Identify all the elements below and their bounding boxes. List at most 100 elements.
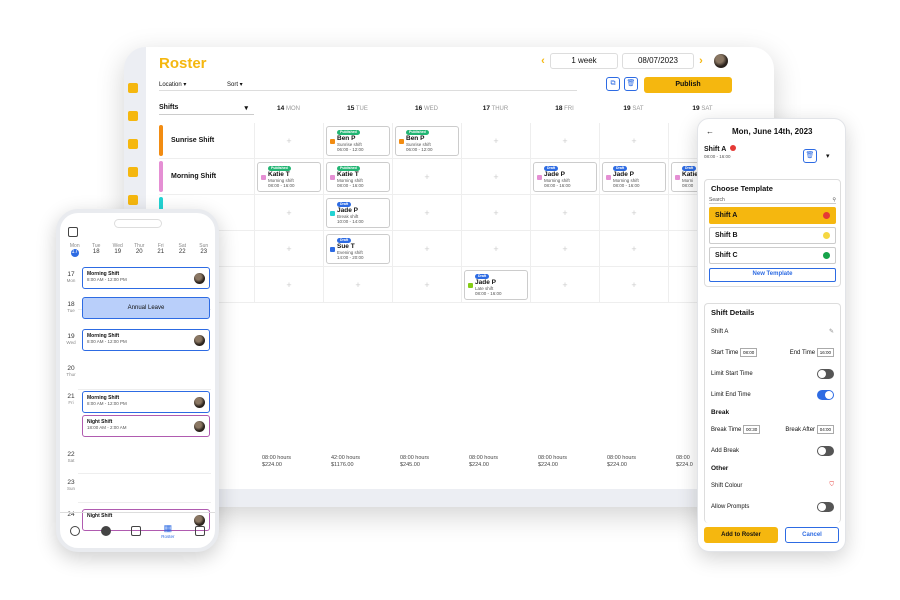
grid-cell[interactable]: Published Katie T Morning shift 08:00 - 16:… [254, 159, 323, 194]
arrow-left-icon[interactable]: ← [706, 127, 714, 136]
grid-cell[interactable]: Published Katie T Morning shift 08:00 - 16:… [323, 159, 392, 194]
copy-icon[interactable]: ⧉ [606, 77, 620, 91]
date-field[interactable]: 08/07/2023 [622, 53, 694, 69]
shift-card[interactable]: Draft Jade P Morning shift 08:00 - 16:00 [602, 162, 666, 192]
shift-card[interactable]: Draft Jade P Morning shift 08:00 - 16:00 [533, 162, 597, 192]
nav-item[interactable] [128, 139, 138, 149]
edit-icon[interactable]: ✎ [829, 328, 834, 335]
grid-cell[interactable]: + [599, 231, 668, 266]
calendar-icon[interactable] [68, 227, 78, 237]
grid-cell[interactable]: + [461, 231, 530, 266]
avatar[interactable] [714, 54, 728, 68]
shift-card[interactable]: Morning Shift 8:00 AM - 12:00 PM [82, 329, 210, 351]
grid-cell[interactable]: + [461, 159, 530, 194]
nav-roster[interactable]: ▦ Roster [161, 523, 174, 539]
calendar-icon[interactable] [194, 525, 205, 536]
grid-cell[interactable]: + [599, 123, 668, 158]
grid-cell[interactable]: Published Ben P Sunrise shift 06:00 - 12:00 [392, 123, 461, 158]
plus-icon[interactable]: + [286, 244, 291, 254]
cancel-button[interactable]: Cancel [785, 527, 839, 543]
inbox-icon[interactable] [130, 525, 141, 536]
shift-card[interactable]: Published Ben P Sunrise shift 06:00 - 12:00 [326, 126, 390, 156]
shift-card[interactable]: Published Katie T Morning shift 08:00 - 16:… [257, 162, 321, 192]
week-day[interactable]: Sun 23 [193, 243, 215, 257]
annual-leave-card[interactable]: Annual Leave [82, 297, 210, 319]
trash-icon[interactable]: 🗑 [624, 77, 638, 91]
grid-cell[interactable]: + [323, 267, 392, 302]
week-day[interactable]: Tue 18 [86, 243, 108, 257]
template-option[interactable]: Shift C [709, 247, 836, 264]
plus-icon[interactable]: + [493, 172, 498, 182]
grid-cell[interactable]: Draft Sue T Evening shift 14:00 - 20:00 [323, 231, 392, 266]
plus-icon[interactable]: + [286, 208, 291, 218]
plus-icon[interactable]: + [562, 208, 567, 218]
nav-item[interactable] [128, 167, 138, 177]
view-select[interactable]: 1 week [550, 53, 618, 69]
plus-icon[interactable]: + [286, 280, 291, 290]
location-filter[interactable]: Location ▾ [159, 81, 219, 88]
shift-card[interactable]: Draft Sue T Evening shift 14:00 - 20:00 [326, 234, 390, 264]
limit-start-toggle[interactable] [817, 368, 834, 379]
week-day[interactable]: Wed 19 [107, 243, 129, 257]
grid-cell[interactable]: + [530, 231, 599, 266]
shift-card[interactable]: Morning Shift 8:00 AM - 12:00 PM [82, 391, 210, 413]
trash-icon[interactable]: 🗑 [803, 149, 817, 163]
grid-cell[interactable]: + [530, 123, 599, 158]
grid-cell[interactable]: + [530, 195, 599, 230]
template-option[interactable]: Shift A [709, 207, 836, 224]
shift-card[interactable]: Published Ben P Sunrise shift 06:00 - 12:00 [395, 126, 459, 156]
plus-icon[interactable]: + [355, 280, 360, 290]
week-day[interactable]: Fri 21 [150, 243, 172, 257]
grid-cell[interactable]: Draft Jade P Break shift 10:00 - 14:00 [323, 195, 392, 230]
chevron-right-icon[interactable]: › [694, 55, 708, 67]
grid-cell[interactable]: Draft Jade P Late shift 08:00 - 16:00 [461, 267, 530, 302]
template-option[interactable]: Shift B [709, 227, 836, 244]
week-day[interactable]: Mon 17 [64, 243, 86, 257]
grid-cell[interactable]: + [392, 159, 461, 194]
plus-icon[interactable]: + [631, 280, 636, 290]
plus-icon[interactable]: + [424, 208, 429, 218]
grid-cell[interactable]: + [461, 195, 530, 230]
nav-item[interactable] [128, 83, 138, 93]
plus-icon[interactable]: + [493, 244, 498, 254]
plus-icon[interactable]: + [631, 208, 636, 218]
shift-card[interactable]: Night Shift 18:00 AM - 2:00 AM [82, 415, 210, 437]
grid-cell[interactable]: + [599, 267, 668, 302]
grid-cell[interactable]: + [254, 267, 323, 302]
shift-card[interactable]: Draft Jade P Break shift 10:00 - 14:00 [326, 198, 390, 228]
shift-select[interactable]: Shifts ▾ [159, 101, 254, 115]
grid-cell[interactable]: + [392, 231, 461, 266]
template-search[interactable]: Search ⚲ [709, 197, 836, 204]
grid-cell[interactable]: + [392, 195, 461, 230]
plus-icon[interactable]: + [286, 136, 291, 146]
grid-cell[interactable]: + [254, 231, 323, 266]
plus-icon[interactable]: + [424, 244, 429, 254]
limit-end-toggle[interactable] [817, 389, 834, 400]
plus-icon[interactable]: + [562, 280, 567, 290]
week-day[interactable]: Sat 22 [172, 243, 194, 257]
publish-button[interactable]: Publish [644, 77, 732, 93]
clock-icon[interactable] [100, 525, 111, 536]
grid-cell[interactable]: + [254, 123, 323, 158]
allow-prompts-toggle[interactable] [817, 501, 834, 512]
plus-icon[interactable]: + [562, 244, 567, 254]
shift-card[interactable]: Morning Shift 8:00 AM - 12:00 PM [82, 267, 210, 289]
plus-icon[interactable]: + [424, 172, 429, 182]
new-template-button[interactable]: New Template [709, 268, 836, 282]
end-time-field[interactable]: 16:00 [816, 348, 834, 357]
grid-cell[interactable]: Draft Jade P Morning shift 08:00 - 16:00 [530, 159, 599, 194]
shift-card[interactable]: Draft Jade P Late shift 08:00 - 16:00 [464, 270, 528, 300]
profile-icon[interactable] [70, 525, 81, 536]
paint-bucket-icon[interactable]: ⛉ [829, 482, 834, 489]
plus-icon[interactable]: + [562, 136, 567, 146]
plus-icon[interactable]: + [631, 136, 636, 146]
grid-cell[interactable]: Published Ben P Sunrise shift 06:00 - 12:00 [323, 123, 392, 158]
grid-cell[interactable]: Draft Jade P Morning shift 08:00 - 16:00 [599, 159, 668, 194]
add-to-roster-button[interactable]: Add to Roster [704, 527, 778, 543]
break-after-field[interactable]: 04:00 [816, 425, 834, 434]
start-time-field[interactable]: 08:00 [740, 348, 758, 357]
grid-cell[interactable]: + [530, 267, 599, 302]
sort-filter[interactable]: Sort ▾ [227, 81, 287, 88]
plus-icon[interactable]: + [493, 208, 498, 218]
plus-icon[interactable]: + [631, 244, 636, 254]
